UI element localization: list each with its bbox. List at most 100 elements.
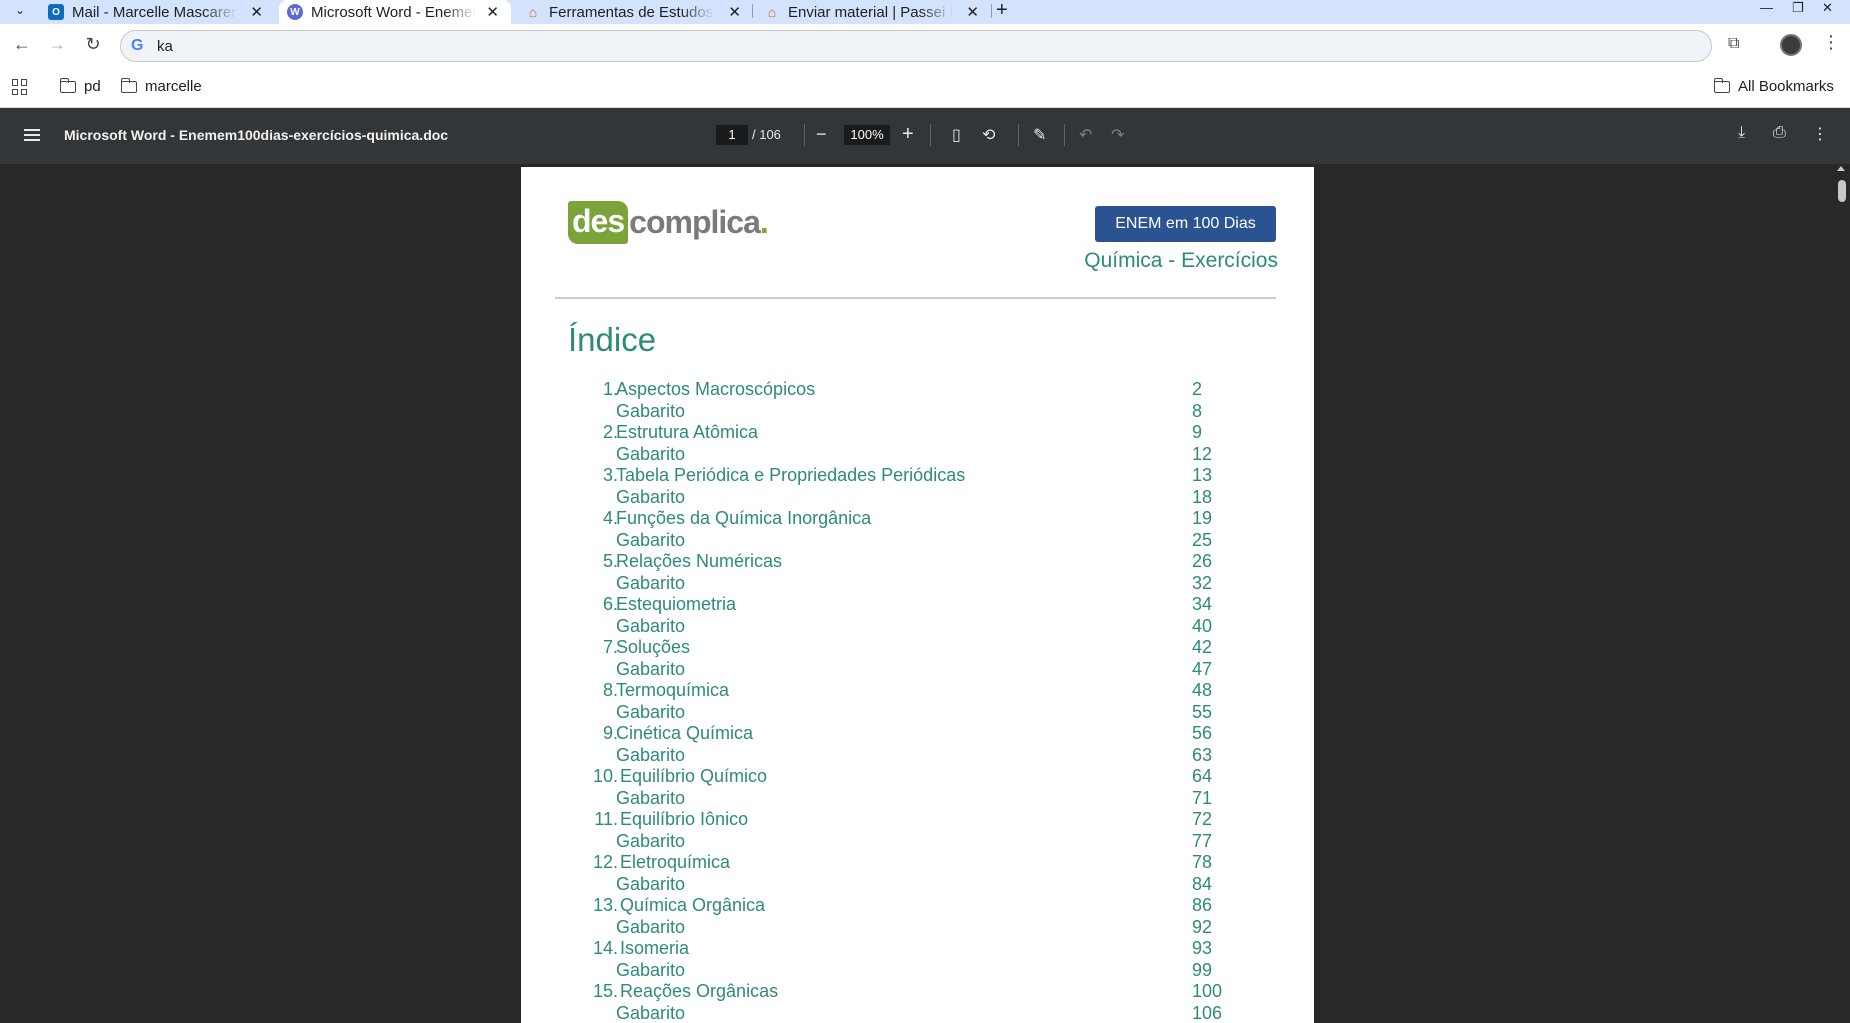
more-actions-icon[interactable]: ⋮ (1812, 124, 1828, 144)
minimize-button[interactable]: — (1760, 0, 1773, 15)
new-tab-button[interactable]: + (996, 0, 1008, 22)
tab-pdf-active[interactable]: W Microsoft Word - Enemem100dias ✕ (279, 0, 511, 24)
toc-page: 99 (1192, 959, 1213, 980)
browser-menu-icon[interactable]: ⋮ (1822, 32, 1840, 53)
back-icon[interactable]: ← (11, 34, 33, 55)
logo-part: des (568, 200, 629, 244)
toc-page: 32 (1192, 572, 1213, 593)
toc-page: 71 (1192, 787, 1213, 808)
toc-number: 15. (592, 981, 618, 1001)
toc-page: 18 (1192, 486, 1213, 507)
toc-label: Estequiometria (616, 594, 737, 614)
tab-mail[interactable]: O Mail - Marcelle Mascarenhas ✕ (40, 0, 275, 24)
redo-icon[interactable]: ↷ (1111, 125, 1124, 145)
tab-title: Mail - Marcelle Mascarenhas (72, 3, 237, 21)
scroll-up-arrow[interactable] (1837, 166, 1845, 171)
pdf-viewport[interactable]: des complica . ENEM em 100 Dias Química … (0, 164, 1850, 1023)
apps-icon[interactable] (12, 79, 28, 95)
toc-row: Gabarito 40 (521, 616, 1314, 638)
profile-avatar[interactable] (1780, 34, 1802, 56)
toc-number: 11. (594, 809, 618, 829)
undo-icon[interactable]: ↶ (1079, 125, 1092, 145)
close-tab-icon[interactable]: ✕ (486, 3, 499, 21)
reload-icon[interactable]: ↻ (82, 34, 104, 55)
zoom-in-icon[interactable]: + (902, 123, 914, 146)
rotate-icon[interactable]: ⟲ (982, 125, 995, 145)
close-window-button[interactable]: ✕ (1822, 0, 1833, 16)
toc-label: Funções da Química Inorgânica (616, 508, 872, 528)
toc-row: 12. Eletroquímica 78 (521, 852, 1314, 874)
logo-part: complica (629, 203, 761, 240)
toc-row: 7. Soluções 42 (521, 637, 1314, 659)
toc-page: 78 (1192, 852, 1213, 872)
bookmarks-bar: pd marcelle All Bookmarks (0, 66, 1850, 108)
toc-label: Gabarito (616, 787, 686, 808)
page-number-input[interactable]: 1 (716, 125, 748, 145)
tab-search-icon[interactable]: ⌄ (8, 0, 32, 20)
table-of-contents: 1. Aspectos Macroscópicos 2 Gabarito 8 2. Estr… (521, 379, 1314, 1023)
toc-page: 12 (1192, 443, 1213, 464)
toc-row: 9. Cinética Química 56 (521, 723, 1314, 745)
toc-row: Gabarito 106 (521, 1003, 1314, 1023)
toc-row: 6. Estequiometria 34 (521, 594, 1314, 616)
toc-page: 100 (1192, 981, 1223, 1001)
toc-label: Equilíbrio Químico (620, 766, 768, 786)
extensions-icon[interactable]: ⧉ (1728, 35, 1748, 55)
toc-row: Gabarito 12 (521, 444, 1314, 466)
toc-page: 42 (1192, 637, 1213, 657)
close-tab-icon[interactable]: ✕ (250, 3, 263, 21)
toc-row: Gabarito 92 (521, 917, 1314, 939)
toc-label: Tabela Periódica e Propriedades Periódic… (616, 465, 966, 485)
toc-label: Estrutura Atômica (616, 422, 759, 442)
scrollbar[interactable] (1834, 164, 1850, 1023)
toc-page: 34 (1192, 594, 1213, 614)
tab-enviar-material[interactable]: ⌂ Enviar material | Passei Direto ✕ (756, 0, 991, 24)
browser-toolbar: ← → ↻ G ⧉ ⋮ (0, 24, 1850, 66)
toc-label: Gabarito (616, 873, 686, 894)
print-icon[interactable]: ⎙ (1773, 124, 1786, 142)
toc-label: Gabarito (616, 615, 686, 636)
all-bookmarks-button[interactable]: All Bookmarks (1713, 77, 1834, 95)
page-total: / 106 (752, 127, 781, 142)
toc-row: 15. Reações Orgânicas 100 (521, 981, 1314, 1003)
close-tab-icon[interactable]: ✕ (966, 3, 979, 21)
toc-label: Gabarito (616, 744, 686, 765)
restore-button[interactable]: ❐ (1792, 0, 1804, 16)
fit-page-icon[interactable]: ▯ (952, 125, 961, 145)
logo-dot: . (759, 203, 769, 240)
toc-page: 13 (1192, 465, 1213, 485)
toc-page: 9 (1192, 422, 1203, 442)
toc-label: Soluções (616, 637, 691, 657)
toc-label: Gabarito (616, 486, 686, 507)
toc-row: Gabarito 99 (521, 960, 1314, 982)
bookmark-folder-marcelle[interactable]: marcelle (120, 77, 202, 95)
toc-label: Relações Numéricas (616, 551, 783, 571)
menu-icon[interactable] (24, 129, 40, 141)
address-input[interactable] (157, 36, 1657, 56)
all-bookmarks-label: All Bookmarks (1738, 78, 1834, 95)
toc-label: Gabarito (616, 400, 686, 421)
annotate-icon[interactable]: ✎ (1033, 125, 1046, 145)
toc-label: Gabarito (616, 529, 686, 550)
subject-heading: Química - Exercícios (1084, 249, 1278, 272)
toc-page: 19 (1192, 508, 1213, 528)
toc-label: Reações Orgânicas (620, 981, 779, 1001)
toc-page: 26 (1192, 551, 1213, 571)
zoom-input[interactable]: 100% (844, 125, 890, 145)
zoom-out-icon[interactable]: − (816, 124, 827, 145)
toc-page: 77 (1192, 830, 1213, 851)
toc-row: Gabarito 32 (521, 573, 1314, 595)
toc-row: Gabarito 71 (521, 788, 1314, 810)
address-bar[interactable]: G (120, 30, 1712, 62)
scrollbar-thumb[interactable] (1838, 180, 1846, 202)
toc-number: 14. (592, 938, 618, 958)
toc-page: 55 (1192, 701, 1213, 722)
download-icon[interactable]: ⤓ (1738, 124, 1745, 142)
close-tab-icon[interactable]: ✕ (728, 3, 741, 21)
forward-icon[interactable]: → (46, 34, 68, 55)
tab-ferramentas[interactable]: ⌂ Ferramentas de Estudos ✕ (517, 0, 753, 24)
toc-row: Gabarito 84 (521, 874, 1314, 896)
toc-page: 63 (1192, 744, 1213, 765)
bookmark-folder-pd[interactable]: pd (59, 77, 101, 95)
passei-direto-icon: ⌂ (528, 4, 538, 20)
